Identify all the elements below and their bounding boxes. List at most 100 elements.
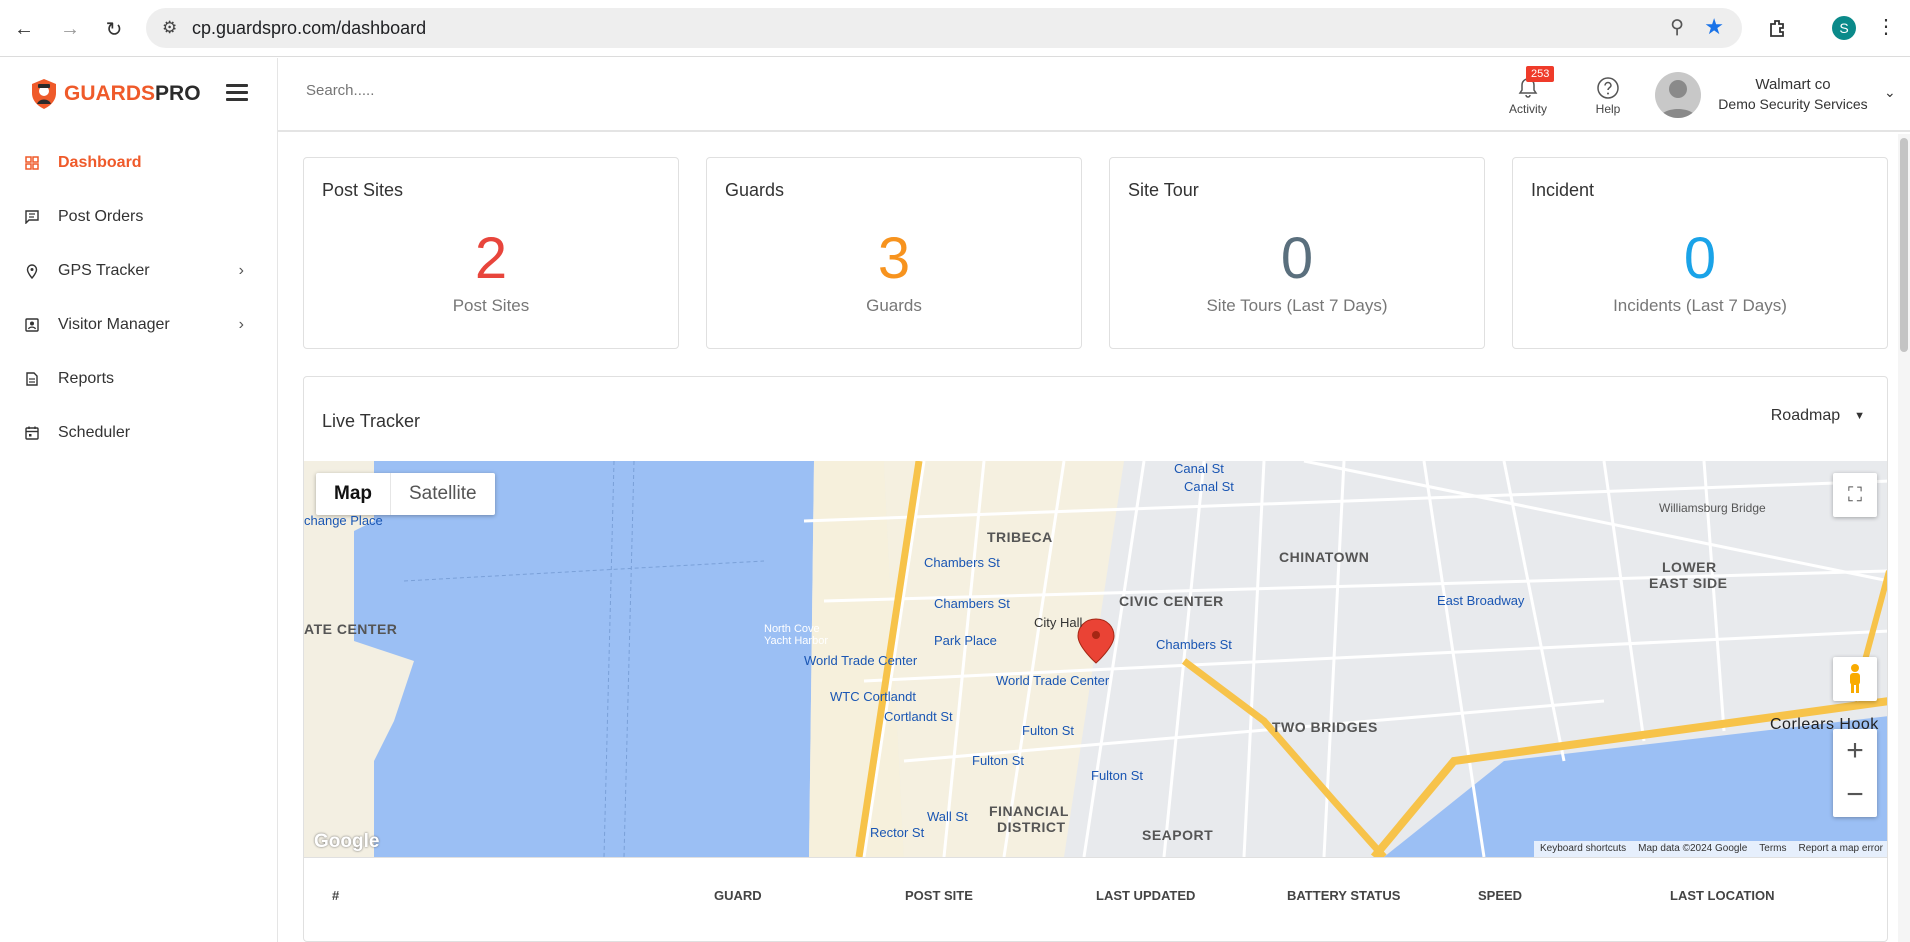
zoom-icon[interactable]: ⚲ — [1670, 16, 1684, 39]
column-header[interactable]: LAST LOCATION — [1670, 888, 1774, 903]
satellite-tab[interactable]: Satellite — [391, 473, 495, 515]
card-value: 0 — [1683, 226, 1717, 291]
map-station-label: Chambers St — [1156, 637, 1232, 652]
user-name[interactable]: Walmart co — [1718, 76, 1868, 93]
forward-icon[interactable]: → — [56, 15, 84, 43]
document-icon — [24, 371, 40, 387]
map-label: CIVIC CENTER — [1119, 593, 1224, 609]
map-label: Williamsburg Bridge — [1659, 501, 1766, 515]
hamburger-menu-icon[interactable] — [226, 84, 248, 102]
map-data-attribution: Map data ©2024 Google — [1638, 843, 1748, 854]
map-station-label: WTC Cortlandt — [830, 689, 916, 704]
site-info-icon[interactable]: ⚙ — [162, 18, 177, 38]
map-view[interactable]: Map Satellite TRIBECA CHINATOWN CIVIC CE… — [304, 461, 1887, 857]
sidebar-item-visitor-manager[interactable]: Visitor Manager › — [0, 298, 278, 352]
reload-icon[interactable]: ↻ — [100, 15, 128, 43]
sidebar-item-label: Post Orders — [58, 208, 144, 225]
map-station-label: Fulton St — [972, 753, 1025, 768]
chevron-right-icon: › — [238, 262, 244, 279]
keyboard-shortcuts-link[interactable]: Keyboard shortcuts — [1534, 841, 1632, 857]
map-label: SEAPORT — [1142, 827, 1214, 843]
user-avatar[interactable] — [1655, 72, 1701, 118]
sidebar-item-label: Reports — [58, 370, 115, 387]
map-station-label: City Hall — [1034, 615, 1083, 630]
address-bar[interactable]: ⚙ cp.guardspro.com/dashboard ⚲ ★ — [146, 8, 1742, 48]
column-header[interactable]: LAST UPDATED — [1096, 888, 1195, 903]
stat-card-incident[interactable]: Incident 0 Incidents (Last 7 Days) — [1512, 157, 1888, 349]
card-value: 3 — [877, 226, 911, 291]
sidebar-item-gps-tracker[interactable]: GPS Tracker › — [0, 244, 278, 298]
live-tracker-title: Live Tracker — [322, 411, 421, 431]
map-station-label: Wall St — [927, 809, 968, 824]
map-station-label: Fulton St — [1022, 723, 1075, 738]
brand-text-guards: GUARDS — [64, 82, 156, 105]
sidebar-item-scheduler[interactable]: Scheduler — [0, 406, 278, 460]
map-station-label: Park Place — [934, 633, 997, 648]
stat-card-site-tour[interactable]: Site Tour 0 Site Tours (Last 7 Days) — [1109, 157, 1485, 349]
card-title: Post Sites — [322, 180, 404, 200]
calendar-icon — [24, 425, 40, 441]
brand-logo[interactable]: GUARDS PRO — [30, 76, 201, 112]
map-canvas — [304, 461, 1887, 857]
fullscreen-icon[interactable]: ⛶ — [1833, 473, 1877, 517]
browser-menu-icon[interactable]: ⋮ — [1876, 14, 1896, 39]
guard-shield-icon — [32, 79, 56, 109]
map-station-label: Canal St — [1184, 479, 1234, 494]
brand-text-pro: PRO — [155, 82, 201, 105]
location-pin-icon — [24, 263, 40, 279]
map-type-select[interactable]: Roadmap ▼ — [1771, 407, 1865, 425]
message-icon — [24, 209, 40, 225]
app-header: 253 Activity Help Walmart co Demo Securi… — [278, 58, 1910, 132]
caret-down-icon: ▼ — [1854, 410, 1865, 422]
zoom-in-icon[interactable]: + — [1833, 729, 1877, 773]
column-header[interactable]: GUARD — [714, 888, 762, 903]
zoom-out-icon[interactable]: − — [1833, 773, 1877, 817]
map-station-label: World Trade Center — [804, 653, 918, 668]
activity-count-badge: 253 — [1526, 66, 1555, 82]
column-header[interactable]: SPEED — [1478, 888, 1522, 903]
sidebar-item-dashboard[interactable]: Dashboard — [0, 136, 278, 190]
help-button[interactable]: Help — [1586, 74, 1630, 116]
extensions-icon[interactable] — [1763, 14, 1791, 42]
sidebar-menu: Dashboard Post Orders GPS Tracker › Visi… — [0, 136, 278, 460]
sidebar-item-label: GPS Tracker — [58, 262, 150, 279]
map-station-label: Canal St — [1174, 461, 1224, 476]
sidebar-item-label: Visitor Manager — [58, 316, 170, 333]
terms-link[interactable]: Terms — [1753, 841, 1792, 857]
street-view-pegman-icon[interactable] — [1833, 657, 1877, 701]
sidebar-item-reports[interactable]: Reports — [0, 352, 278, 406]
sidebar-item-post-orders[interactable]: Post Orders — [0, 190, 278, 244]
column-header[interactable]: BATTERY STATUS — [1287, 888, 1400, 903]
zoom-controls: + − — [1833, 729, 1877, 817]
card-value: 0 — [1280, 226, 1314, 291]
stat-card-post-sites[interactable]: Post Sites 2 Post Sites — [303, 157, 679, 349]
user-organization[interactable]: Demo Security Services — [1718, 96, 1868, 112]
map-label: EAST SIDE — [1649, 575, 1728, 591]
column-header[interactable]: # — [332, 888, 339, 903]
search-input[interactable] — [306, 82, 706, 99]
map-station-label: Fulton St — [1091, 768, 1144, 783]
bookmark-star-icon[interactable]: ★ — [1704, 14, 1724, 40]
report-map-error-link[interactable]: Report a map error — [1793, 841, 1887, 857]
map-footer: Keyboard shortcuts Map data ©2024 Google… — [1533, 841, 1887, 857]
card-title: Guards — [725, 180, 785, 200]
url-text[interactable]: cp.guardspro.com/dashboard — [192, 18, 426, 39]
map-station-label: East Broadway — [1437, 593, 1525, 608]
sidebar-item-label: Dashboard — [58, 154, 142, 171]
map-station-label: World Trade Center — [996, 673, 1110, 688]
chevron-down-icon[interactable]: ⌄ — [1884, 84, 1896, 101]
profile-avatar[interactable]: S — [1832, 16, 1856, 40]
map-label: FINANCIAL — [989, 803, 1069, 819]
column-header[interactable]: POST SITE — [905, 888, 973, 903]
card-subtitle: Post Sites — [452, 296, 530, 315]
map-station-label: Rector St — [870, 825, 925, 840]
page-scrollbar-thumb[interactable] — [1900, 138, 1908, 352]
map-label: CHINATOWN — [1279, 549, 1370, 565]
map-tab[interactable]: Map — [316, 473, 391, 515]
back-icon[interactable]: ← — [10, 15, 38, 43]
activity-button[interactable]: 253 Activity — [1504, 66, 1555, 116]
card-value: 2 — [474, 226, 508, 291]
map-type-toggle[interactable]: Map Satellite — [316, 473, 495, 515]
stat-card-guards[interactable]: Guards 3 Guards — [706, 157, 1082, 349]
map-station-label: change Place — [304, 513, 383, 528]
